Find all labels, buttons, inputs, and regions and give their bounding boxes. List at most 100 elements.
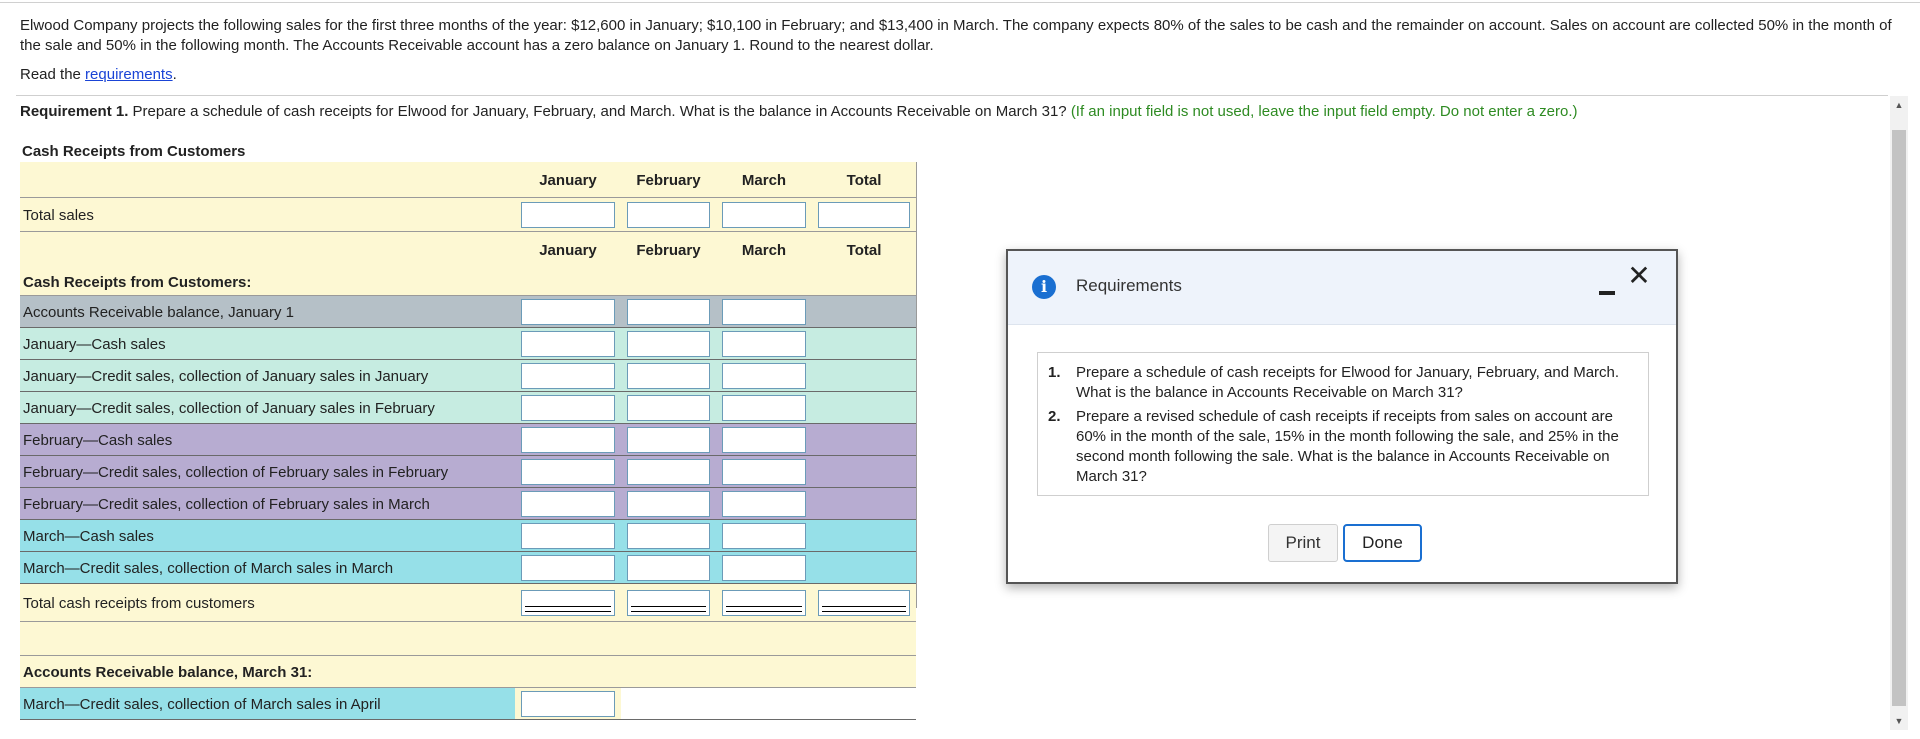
column-cell <box>716 584 812 622</box>
receipt-input[interactable] <box>521 459 615 485</box>
read-prefix: Read the <box>20 66 86 83</box>
row-rule <box>20 719 916 720</box>
dialog-title: Requirements <box>1076 276 1182 295</box>
scroll-thumb[interactable] <box>1892 130 1906 706</box>
column-header: February <box>621 232 716 268</box>
total-receipts-input[interactable] <box>627 590 710 616</box>
minimize-button[interactable] <box>1598 281 1616 301</box>
column-cell <box>621 296 716 328</box>
receipt-input[interactable] <box>521 331 615 357</box>
receipt-input[interactable] <box>627 427 710 453</box>
receipt-input[interactable] <box>627 491 710 517</box>
row-label: Total cash receipts from customers <box>20 584 515 622</box>
total-sales-input[interactable] <box>627 202 710 228</box>
top-rule <box>0 2 1920 3</box>
column-cell <box>716 552 812 584</box>
receipt-input[interactable] <box>722 555 806 581</box>
requirement-item-text: Prepare a revised schedule of cash recei… <box>1076 408 1619 485</box>
column-cell <box>716 520 812 552</box>
column-cell <box>812 296 916 328</box>
receipt-input[interactable] <box>627 459 710 485</box>
column-cell <box>621 488 716 520</box>
column-header: March <box>716 162 812 198</box>
column-header: Total <box>812 162 916 198</box>
row-label: January—Cash sales <box>20 328 515 360</box>
row-label <box>20 232 515 268</box>
receipt-input[interactable] <box>521 427 615 453</box>
column-cell <box>812 424 916 456</box>
receipt-input[interactable] <box>722 331 806 357</box>
receipt-input[interactable] <box>627 331 710 357</box>
ar-label-row: Accounts Receivable balance, March 31: <box>20 656 916 688</box>
receipt-input[interactable] <box>722 427 806 453</box>
column-cell <box>716 656 812 688</box>
receipt-input[interactable] <box>722 363 806 389</box>
close-icon[interactable]: ✕ <box>1626 261 1652 291</box>
requirement-hint: (If an input field is not used, leave th… <box>1070 103 1578 120</box>
receipt-input[interactable] <box>521 299 615 325</box>
receipt-input[interactable] <box>627 523 710 549</box>
total-sales-input[interactable] <box>521 202 615 228</box>
scroll-down-arrow-icon[interactable]: ▼ <box>1890 712 1908 730</box>
column-cell <box>621 622 716 656</box>
requirement-body: Prepare a schedule of cash receipts for … <box>128 103 1071 120</box>
column-header: Total <box>812 232 916 268</box>
vertical-scrollbar[interactable]: ▲ ▼ <box>1890 96 1908 730</box>
requirement-number: 2. <box>1048 408 1061 425</box>
column-cell <box>812 520 916 552</box>
column-cell <box>515 552 621 584</box>
ar-balance-input[interactable] <box>521 691 615 717</box>
column-cell <box>716 198 812 232</box>
receipt-input[interactable] <box>521 363 615 389</box>
receipt-input[interactable] <box>722 459 806 485</box>
receipt-input[interactable] <box>722 299 806 325</box>
total-receipts-row: Total cash receipts from customers <box>20 584 916 622</box>
column-cell <box>515 296 621 328</box>
column-cell <box>515 622 621 656</box>
column-cell <box>515 360 621 392</box>
read-suffix: . <box>172 66 177 83</box>
column-cell <box>515 268 621 296</box>
row-label <box>20 162 515 198</box>
row-label <box>20 622 515 656</box>
requirements-list: 1. Prepare a schedule of cash receipts f… <box>1048 363 1638 491</box>
receipt-row: January—Cash sales <box>20 328 916 360</box>
print-button[interactable]: Print <box>1268 524 1338 562</box>
receipt-row: March—Cash sales <box>20 520 916 552</box>
requirements-link[interactable]: requirements <box>85 66 173 83</box>
row-label: March—Credit sales, collection of March … <box>20 552 515 584</box>
total-receipts-input[interactable] <box>722 590 806 616</box>
column-cell <box>812 488 916 520</box>
row-label: Total sales <box>20 198 515 232</box>
scroll-up-arrow-icon[interactable]: ▲ <box>1890 96 1908 114</box>
row-label: March—Cash sales <box>20 520 515 552</box>
column-cell <box>716 622 812 656</box>
column-cell <box>515 424 621 456</box>
receipt-input[interactable] <box>521 555 615 581</box>
row-label: February—Credit sales, collection of Feb… <box>20 488 515 520</box>
total-receipts-input[interactable] <box>521 590 615 616</box>
row-label: February—Credit sales, collection of Feb… <box>20 456 515 488</box>
total-receipts-input[interactable] <box>818 590 910 616</box>
column-cell <box>621 268 716 296</box>
receipt-input[interactable] <box>722 395 806 421</box>
total-sales-input[interactable] <box>818 202 910 228</box>
receipt-input[interactable] <box>521 395 615 421</box>
receipt-input[interactable] <box>521 491 615 517</box>
receipt-input[interactable] <box>627 363 710 389</box>
column-cell <box>812 622 916 656</box>
done-button[interactable]: Done <box>1343 524 1422 562</box>
column-cell <box>716 456 812 488</box>
column-cell <box>716 488 812 520</box>
header-row: January February March Total <box>20 162 916 198</box>
total-sales-input[interactable] <box>722 202 806 228</box>
problem-text: Elwood Company projects the following sa… <box>20 16 1910 56</box>
dialog-header: i Requirements ✕ <box>1008 251 1676 325</box>
receipt-input[interactable] <box>627 395 710 421</box>
column-cell <box>812 360 916 392</box>
receipt-input[interactable] <box>627 299 710 325</box>
receipt-input[interactable] <box>722 491 806 517</box>
receipt-input[interactable] <box>722 523 806 549</box>
receipt-input[interactable] <box>521 523 615 549</box>
receipt-input[interactable] <box>627 555 710 581</box>
